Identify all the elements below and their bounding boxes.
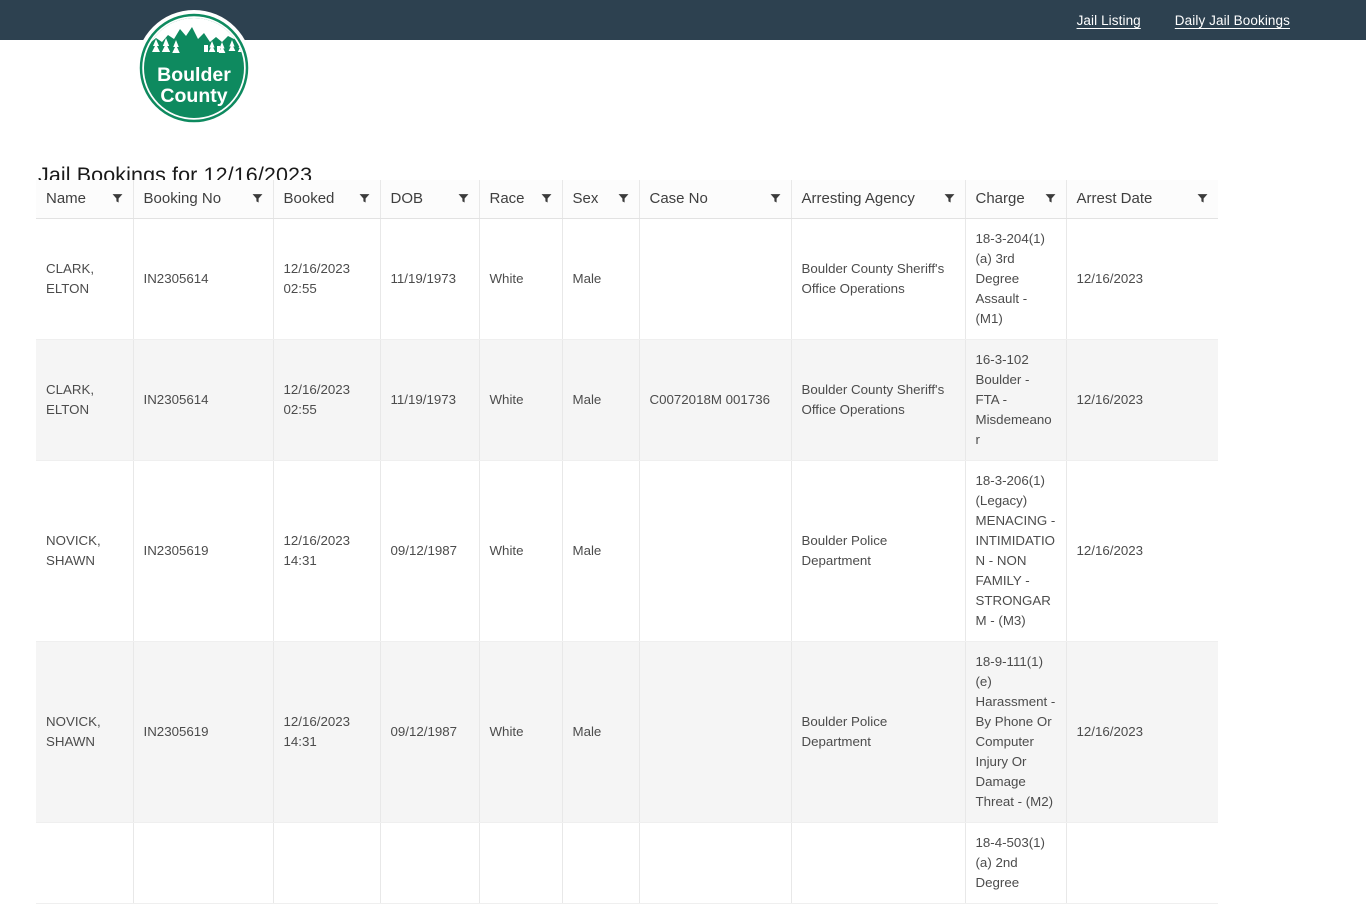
cell-booked: 12/16/2023 14:31 [273,641,381,823]
column-header-label: Arrest Date [1076,190,1153,208]
filter-funnel-icon[interactable] [112,193,123,204]
cell-agency: Boulder County Sheriff's Office Operatio… [791,218,966,340]
filter-funnel-icon[interactable] [618,193,629,204]
cell-agency: Boulder Police Department [791,460,966,642]
cell-charge: 18-4-503(1)(a) 2nd Degree [965,822,1067,904]
table-row[interactable]: NOVICK, SHAWN IN2305619 12/16/2023 14:31… [36,460,1218,642]
column-header-label: Charge [975,190,1025,208]
table-header-row: Name Booking No Booked DOB Race Sex Case… [36,180,1218,219]
cell-booked [273,822,381,904]
column-header-dob[interactable]: DOB [380,180,480,219]
filter-funnel-icon[interactable] [359,193,370,204]
cell-race: White [479,218,563,340]
cell-dob: 09/12/1987 [380,460,480,642]
cell-case [639,218,792,340]
column-header-label: Booked [283,190,335,208]
cell-agency: Boulder Police Department [791,641,966,823]
jail-bookings-table-container: Name Booking No Booked DOB Race Sex Case… [36,180,1218,904]
cell-agency [791,822,966,904]
filter-funnel-icon[interactable] [541,193,552,204]
nav-link-jail-listing[interactable]: Jail Listing [1077,13,1141,28]
column-header-charge[interactable]: Charge [965,180,1067,219]
column-header-label: Name [46,190,87,208]
cell-booked: 12/16/2023 02:55 [273,218,381,340]
column-header-booking-no[interactable]: Booking No [133,180,274,219]
cell-dob [380,822,480,904]
cell-name [36,822,134,904]
cell-arrest: 12/16/2023 [1066,339,1218,461]
cell-charge: 18-3-206(1) (Legacy) MENACING - INTIMIDA… [965,460,1067,642]
cell-booking: IN2305614 [133,218,274,340]
cell-name: CLARK, ELTON [36,218,134,340]
column-header-label: Booking No [143,190,222,208]
column-header-name[interactable]: Name [36,180,134,219]
nav-link-daily-jail-bookings[interactable]: Daily Jail Bookings [1175,13,1290,28]
logo-text-line1: Boulder [157,64,231,86]
filter-funnel-icon[interactable] [770,193,781,204]
cell-booked: 12/16/2023 02:55 [273,339,381,461]
cell-race [479,822,563,904]
column-header-label: Sex [572,190,599,208]
column-header-case-no[interactable]: Case No [639,180,792,219]
cell-booking: IN2305619 [133,641,274,823]
filter-funnel-icon[interactable] [944,193,955,204]
cell-arrest: 12/16/2023 [1066,218,1218,340]
cell-booking: IN2305619 [133,460,274,642]
cell-case [639,641,792,823]
table-body: CLARK, ELTON IN2305614 12/16/2023 02:55 … [36,218,1218,904]
cell-dob: 11/19/1973 [380,218,480,340]
column-header-arrest-date[interactable]: Arrest Date [1066,180,1218,219]
cell-booked: 12/16/2023 14:31 [273,460,381,642]
cell-sex: Male [562,460,640,642]
column-header-label: Arresting Agency [801,190,915,208]
filter-funnel-icon[interactable] [252,193,263,204]
cell-agency: Boulder County Sheriff's Office Operatio… [791,339,966,461]
cell-arrest [1066,822,1218,904]
cell-case: C0072018M 001736 [639,339,792,461]
table-row[interactable]: 18-4-503(1)(a) 2nd Degree [36,822,1218,904]
cell-race: White [479,641,563,823]
cell-charge: 16-3-102 Boulder - FTA - Misdemeanor [965,339,1067,461]
jail-bookings-table: Name Booking No Booked DOB Race Sex Case… [36,180,1218,904]
column-header-race[interactable]: Race [479,180,563,219]
filter-funnel-icon[interactable] [458,193,469,204]
column-header-label: Case No [649,190,708,208]
filter-funnel-icon[interactable] [1045,193,1056,204]
table-row[interactable]: CLARK, ELTON IN2305614 12/16/2023 02:55 … [36,218,1218,340]
logo-text-line2: County [160,85,227,107]
column-header-booked[interactable]: Booked [273,180,381,219]
cell-charge: 18-3-204(1)(a) 3rd Degree Assault - (M1) [965,218,1067,340]
cell-sex: Male [562,339,640,461]
cell-arrest: 12/16/2023 [1066,460,1218,642]
cell-charge: 18-9-111(1)(e) Harassment - By Phone Or … [965,641,1067,823]
table-row[interactable]: CLARK, ELTON IN2305614 12/16/2023 02:55 … [36,339,1218,461]
cell-sex: Male [562,218,640,340]
boulder-county-logo[interactable]: Boulder County [136,9,252,127]
cell-dob: 09/12/1987 [380,641,480,823]
column-header-sex[interactable]: Sex [562,180,640,219]
cell-case [639,460,792,642]
cell-booking: IN2305614 [133,339,274,461]
filter-funnel-icon[interactable] [1197,193,1208,204]
table-row[interactable]: NOVICK, SHAWN IN2305619 12/16/2023 14:31… [36,641,1218,823]
cell-name: CLARK, ELTON [36,339,134,461]
cell-case [639,822,792,904]
cell-race: White [479,460,563,642]
cell-booking [133,822,274,904]
cell-name: NOVICK, SHAWN [36,641,134,823]
cell-sex: Male [562,641,640,823]
cell-dob: 11/19/1973 [380,339,480,461]
cell-arrest: 12/16/2023 [1066,641,1218,823]
cell-race: White [479,339,563,461]
column-header-label: DOB [390,190,424,208]
top-nav-links: Jail Listing Daily Jail Bookings [1077,0,1290,40]
cell-sex [562,822,640,904]
cell-name: NOVICK, SHAWN [36,460,134,642]
column-header-arresting-agency[interactable]: Arresting Agency [791,180,966,219]
column-header-label: Race [489,190,525,208]
